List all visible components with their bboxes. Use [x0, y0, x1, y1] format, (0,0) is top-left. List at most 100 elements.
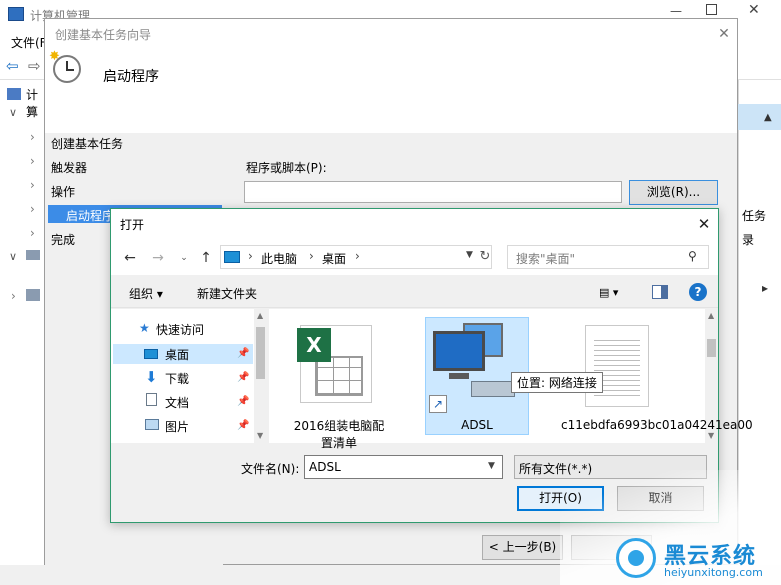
- watermark-url: heiyunxitong.com: [664, 566, 763, 579]
- watermark-logo-icon: [616, 538, 656, 578]
- file-name[interactable]: c11ebdfa6993bc01a04241ea00: [561, 418, 753, 432]
- view-options-icon[interactable]: ▤ ▾: [599, 286, 629, 300]
- forward-arrow-icon[interactable]: ⇨: [28, 57, 41, 75]
- menu-file[interactable]: 文件(F: [11, 34, 47, 51]
- breadcrumb-desktop[interactable]: 桌面: [322, 250, 346, 267]
- forward-arrow-icon[interactable]: →: [149, 249, 167, 267]
- monitor-icon: [433, 331, 485, 371]
- text-file-icon[interactable]: [585, 325, 649, 407]
- filename-label: 文件名(N):: [241, 462, 300, 476]
- collapse-icon[interactable]: ▲: [764, 112, 772, 123]
- computer-icon: [7, 88, 21, 100]
- back-button[interactable]: < 上一步(B): [482, 535, 563, 560]
- scroll-up-icon[interactable]: ▲: [257, 311, 263, 320]
- chevron-right-icon[interactable]: ›: [355, 249, 360, 263]
- step-create-task: 创建基本任务: [51, 137, 124, 151]
- recent-locations-icon[interactable]: ⌄: [175, 249, 193, 267]
- refresh-icon[interactable]: ↻: [477, 246, 493, 268]
- dialog-title: 打开: [120, 218, 145, 232]
- pin-icon[interactable]: 📌: [237, 396, 249, 407]
- chevron-down-icon[interactable]: ▼: [488, 461, 495, 471]
- minimize-icon[interactable]: —: [670, 4, 682, 18]
- nav-desktop[interactable]: 桌面: [165, 346, 189, 363]
- pin-icon[interactable]: 📌: [237, 348, 249, 359]
- breadcrumb-this-pc[interactable]: 此电脑: [261, 250, 297, 267]
- wizard-header: ✸: [45, 49, 737, 133]
- preview-pane-fill: [661, 286, 667, 298]
- chevron-right-icon[interactable]: ›: [30, 154, 35, 168]
- file-name[interactable]: 2016组装电脑配置清单: [291, 417, 387, 451]
- cm-tree-pane: 计算 ∨ ✎ › › › › › ∨ ›: [0, 80, 44, 585]
- search-icon: ⚲: [688, 249, 697, 263]
- document-icon: [146, 393, 157, 406]
- chevron-right-icon[interactable]: ›: [30, 130, 35, 144]
- up-arrow-icon[interactable]: ↑: [197, 249, 215, 267]
- chevron-right-icon[interactable]: ›: [309, 249, 314, 263]
- close-icon[interactable]: ✕: [693, 213, 715, 235]
- nav-pictures[interactable]: 图片: [165, 418, 189, 435]
- scroll-down-icon[interactable]: ▼: [257, 431, 263, 440]
- watermark-logo-dot: [628, 550, 644, 566]
- wizard-title: 创建基本任务向导: [55, 28, 152, 42]
- program-script-label: 程序或脚本(P):: [246, 161, 327, 175]
- wizard-titlebar: 创建基本任务向导 ✕: [45, 19, 737, 49]
- storage-icon: [26, 250, 40, 260]
- search-input[interactable]: 搜索"桌面": [516, 250, 575, 267]
- excel-badge-icon: X: [297, 328, 331, 362]
- chevron-down-icon[interactable]: ▼: [466, 250, 473, 260]
- program-script-input[interactable]: [244, 181, 622, 203]
- chevron-down-icon[interactable]: ∨: [9, 106, 17, 119]
- action-item-record[interactable]: 录: [742, 231, 754, 248]
- filename-input[interactable]: ADSL ▼: [304, 455, 503, 479]
- nav-quick-access[interactable]: 快速访问: [156, 321, 204, 338]
- tools-icon: ✎: [28, 106, 39, 121]
- shortcut-arrow-icon: ↗: [429, 395, 447, 413]
- back-arrow-icon[interactable]: ⇦: [6, 57, 19, 75]
- step-finish: 完成: [51, 233, 76, 247]
- close-icon[interactable]: ✕: [748, 2, 760, 18]
- monitor-stand: [449, 373, 469, 379]
- back-arrow-icon[interactable]: ←: [121, 249, 139, 267]
- location-tooltip: 位置: 网络连接: [511, 372, 603, 393]
- step-start-program: 启动程序: [66, 209, 115, 223]
- chevron-right-icon[interactable]: ›: [30, 202, 35, 216]
- scroll-up-icon[interactable]: ▲: [708, 311, 714, 320]
- pin-icon[interactable]: 📌: [237, 372, 249, 383]
- step-action: 操作: [51, 185, 76, 199]
- search-box[interactable]: 搜索"桌面" ⚲: [507, 245, 709, 269]
- new-folder-button[interactable]: 新建文件夹: [197, 285, 257, 302]
- clock-hand: [66, 69, 74, 71]
- chevron-down-icon[interactable]: ∨: [9, 250, 17, 263]
- services-icon: [26, 289, 40, 301]
- close-icon[interactable]: ✕: [713, 23, 735, 45]
- maximize-icon[interactable]: [706, 4, 717, 15]
- desktop-icon: [144, 349, 158, 359]
- filename-value[interactable]: ADSL: [309, 460, 341, 474]
- step-trigger: 触发器: [51, 161, 88, 175]
- wizard-heading: 启动程序: [103, 69, 159, 85]
- dialog-titlebar: 打开 ✕: [111, 209, 718, 239]
- preview-pane-icon[interactable]: [652, 285, 668, 299]
- chevron-right-icon[interactable]: ›: [11, 289, 16, 303]
- nav-scrollbar-thumb[interactable]: [256, 327, 265, 379]
- chevron-right-icon[interactable]: ›: [30, 178, 35, 192]
- nav-downloads[interactable]: 下载: [165, 370, 189, 387]
- scroll-down-icon[interactable]: ▼: [708, 431, 714, 440]
- chevron-right-icon[interactable]: ›: [30, 226, 35, 240]
- download-icon: ⬇: [145, 368, 158, 386]
- chevron-right-icon[interactable]: ›: [248, 249, 253, 263]
- monitor-icon: [224, 251, 240, 263]
- action-item-task[interactable]: 任务: [742, 207, 766, 224]
- picture-icon: [145, 419, 159, 430]
- nav-documents[interactable]: 文档: [165, 394, 189, 411]
- browse-button[interactable]: 浏览(R)...: [629, 180, 718, 205]
- help-icon[interactable]: ?: [689, 283, 707, 301]
- address-bar[interactable]: › 此电脑 › 桌面 › ▼: [220, 245, 492, 269]
- submenu-arrow-icon[interactable]: ▸: [762, 281, 768, 295]
- pin-icon[interactable]: 📌: [237, 420, 249, 431]
- organize-button[interactable]: 组织 ▾: [129, 285, 163, 302]
- files-scrollbar-thumb[interactable]: [707, 339, 716, 357]
- modem-icon: [471, 381, 515, 397]
- file-name[interactable]: ADSL: [425, 418, 529, 432]
- cm-actions-header: [738, 104, 781, 130]
